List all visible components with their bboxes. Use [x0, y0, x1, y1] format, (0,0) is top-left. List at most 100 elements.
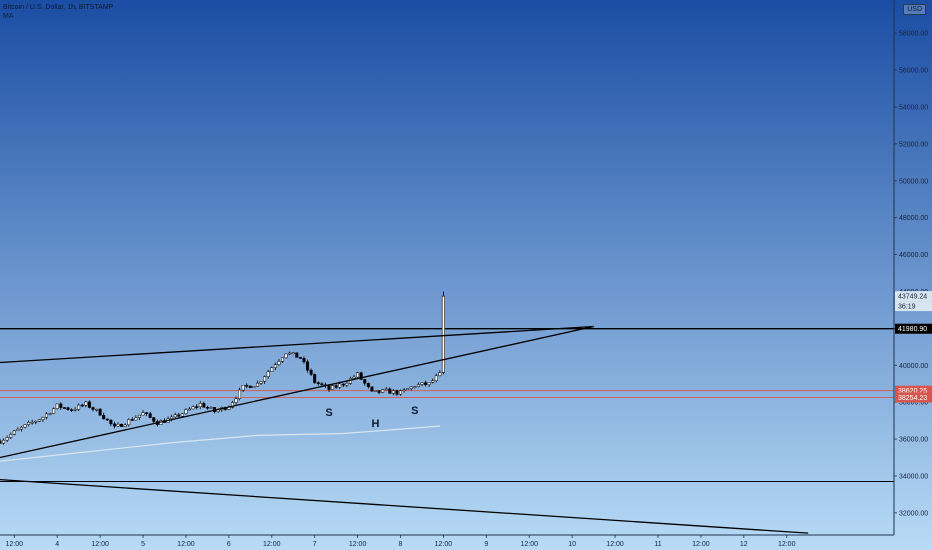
candle-body: [141, 412, 145, 416]
candle-body: [55, 403, 59, 409]
candle-body: [327, 385, 331, 390]
candle-body: [377, 390, 381, 393]
candle-body: [120, 423, 124, 427]
candle-body: [255, 382, 259, 387]
candle-body: [320, 383, 324, 386]
candle-body: [352, 376, 356, 379]
y-tick-label: 52000.00: [899, 141, 928, 148]
breakout-candle-body: [441, 295, 445, 373]
candlestick-chart[interactable]: S H S 58000.00 56000.00 54000.00 52000.00 5000…: [0, 0, 932, 550]
candle-body: [180, 413, 184, 417]
candle-body: [80, 404, 84, 407]
candle-body: [331, 385, 335, 390]
indicator-label[interactable]: MA: [3, 12, 14, 21]
candle-body: [44, 413, 48, 418]
pattern-label-2: S: [411, 405, 418, 417]
candle-body: [9, 434, 13, 438]
candle-body: [334, 385, 338, 388]
candle-body: [73, 409, 77, 411]
candle-body: [170, 416, 174, 420]
x-tick-label: 4: [55, 541, 59, 548]
chart-stage[interactable]: S H S 58000.00 56000.00 54000.00 52000.00 5000…: [0, 0, 932, 550]
y-tick-label: 56000.00: [899, 68, 928, 75]
y-tick-label: 50000.00: [899, 178, 928, 185]
candle-body: [145, 412, 149, 414]
bar-countdown: 36:19: [898, 304, 916, 311]
pattern-label-1: H: [372, 418, 380, 430]
y-tick-label: 40000.00: [899, 363, 928, 370]
x-tick-label: 11: [654, 541, 661, 548]
candle-body: [399, 390, 403, 395]
candle-body: [130, 419, 134, 421]
candle-body: [298, 357, 302, 359]
candle-body: [391, 390, 395, 394]
candle-body: [30, 421, 34, 424]
candle-body: [137, 414, 141, 418]
candle-body: [277, 361, 281, 365]
candle-body: [205, 407, 209, 409]
x-tick-label: 7: [313, 541, 317, 548]
candle-body: [84, 401, 88, 406]
candle-body: [270, 367, 274, 372]
candle-body: [188, 408, 192, 411]
candle-body: [409, 386, 413, 390]
candle-body: [313, 374, 317, 383]
candle-body: [416, 384, 420, 388]
candle-body: [434, 375, 438, 381]
level-price-label-2: 38254.23: [898, 395, 927, 402]
candle-body: [37, 419, 41, 422]
candle-body: [105, 418, 109, 421]
currency-badge[interactable]: USD: [903, 4, 926, 15]
candle-body: [184, 409, 188, 414]
candle-body: [59, 403, 63, 408]
candle-body: [41, 417, 45, 420]
candle-body: [52, 408, 56, 414]
candle-body: [395, 390, 399, 395]
candle-body: [263, 376, 267, 382]
candle-body: [384, 388, 388, 391]
candle-body: [420, 382, 424, 385]
x-tick-label: 9: [484, 541, 488, 548]
candle-body: [77, 404, 81, 410]
candle-body: [341, 383, 345, 386]
candle-body: [123, 424, 127, 427]
candle-body: [252, 386, 256, 389]
x-tick-label: 12:00: [349, 541, 367, 548]
candle-body: [173, 414, 177, 418]
y-tick-label: 34000.00: [899, 473, 928, 480]
candle-body: [413, 386, 417, 389]
candle-body: [102, 415, 106, 420]
y-tick-label: 46000.00: [899, 252, 928, 259]
candle-body: [48, 413, 52, 415]
candle-body: [23, 424, 27, 428]
candle-body: [402, 389, 406, 392]
chart-background: [0, 0, 932, 550]
candle-body: [388, 388, 392, 394]
candle-body: [27, 422, 31, 425]
candle-body: [109, 419, 113, 425]
candle-body: [152, 417, 156, 422]
x-tick-label: 12:00: [520, 541, 538, 548]
x-tick-label: 12:00: [91, 541, 109, 548]
candle-body: [238, 389, 242, 399]
candle-body: [191, 406, 195, 410]
candle-body: [202, 403, 206, 408]
candle-body: [424, 382, 428, 385]
candle-body: [98, 408, 102, 416]
candle-body: [91, 407, 95, 410]
candle-body: [309, 369, 313, 375]
candle-body: [438, 372, 442, 377]
candle-body: [370, 386, 374, 392]
y-tick-label: 54000.00: [899, 105, 928, 112]
y-tick-label: 48000.00: [899, 215, 928, 222]
candle-body: [177, 414, 181, 417]
x-tick-label: 12:00: [263, 541, 281, 548]
x-tick-label: 12:00: [692, 541, 710, 548]
x-tick-label: 8: [399, 541, 403, 548]
candle-body: [338, 383, 342, 388]
candle-body: [245, 384, 249, 387]
x-tick-label: 12:00: [435, 541, 453, 548]
candle-body: [87, 401, 91, 408]
symbol-title[interactable]: Bitcoin / U.S. Dollar, 1h, BITSTAMP: [3, 3, 113, 12]
candle-body: [302, 358, 306, 363]
